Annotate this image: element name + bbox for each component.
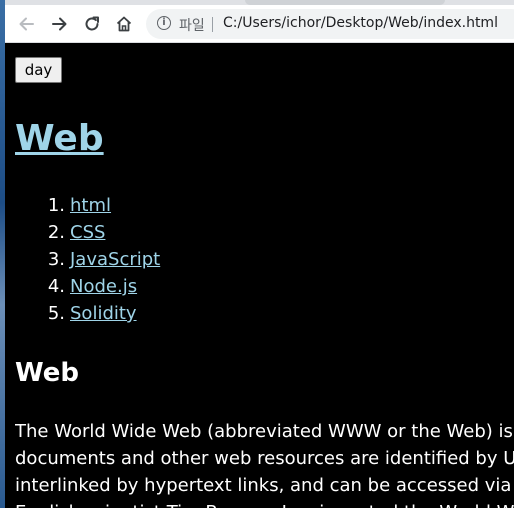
url-separator <box>212 17 213 32</box>
list-number: 3. <box>47 249 65 270</box>
list-number: 1. <box>47 195 65 216</box>
nav-link-javascript[interactable]: JavaScript <box>70 249 160 270</box>
table-of-contents: 1. html 2. CSS 3. JavaScript 4. Node.js 5. So… <box>15 192 160 327</box>
body-line: The World Wide Web (abbreviated WWW or t… <box>15 421 514 442</box>
page-title: Web <box>15 114 104 164</box>
page-content: day Web 1. html 2. CSS 3. JavaScript 4. Node… <box>5 43 514 508</box>
list-number: 5. <box>47 303 65 324</box>
url-text[interactable]: C:/Users/ichor/Desktop/Web/index.html <box>223 15 498 31</box>
screen: i 파일 C:/Users/ichor/Desktop/Web/index.ht… <box>0 0 514 508</box>
reload-icon[interactable] <box>79 11 105 37</box>
page-title-link[interactable]: Web <box>15 118 104 159</box>
home-icon[interactable] <box>111 11 137 37</box>
back-arrow-icon[interactable] <box>13 11 39 37</box>
nav-link-css[interactable]: CSS <box>70 222 105 243</box>
list-number: 2. <box>47 222 65 243</box>
info-icon[interactable]: i <box>157 16 171 30</box>
list-item: 1. html <box>15 192 160 219</box>
list-item: 4. Node.js <box>15 273 160 300</box>
forward-arrow-icon[interactable] <box>47 11 73 37</box>
body-line: documents and other web resources are id… <box>15 448 514 469</box>
address-bar[interactable]: i 파일 C:/Users/ichor/Desktop/Web/index.ht… <box>146 9 514 39</box>
day-button[interactable]: day <box>15 57 62 83</box>
list-number: 4. <box>47 276 65 297</box>
list-item: 2. CSS <box>15 219 160 246</box>
body-paragraph: The World Wide Web (abbreviated WWW or t… <box>15 418 514 508</box>
section-title: Web <box>15 358 79 388</box>
browser-toolbar: i 파일 C:/Users/ichor/Desktop/Web/index.ht… <box>5 5 514 43</box>
nav-link-solidity[interactable]: Solidity <box>70 303 137 324</box>
list-item: 3. JavaScript <box>15 246 160 273</box>
scheme-label: 파일 <box>179 18 205 34</box>
body-line: interlinked by hypertext links, and can … <box>15 475 514 496</box>
body-line: English scientist Tim Berners-Lee invent… <box>15 499 514 508</box>
nav-link-html[interactable]: html <box>70 195 111 216</box>
list-item: 5. Solidity <box>15 300 160 327</box>
nav-link-nodejs[interactable]: Node.js <box>70 276 137 297</box>
